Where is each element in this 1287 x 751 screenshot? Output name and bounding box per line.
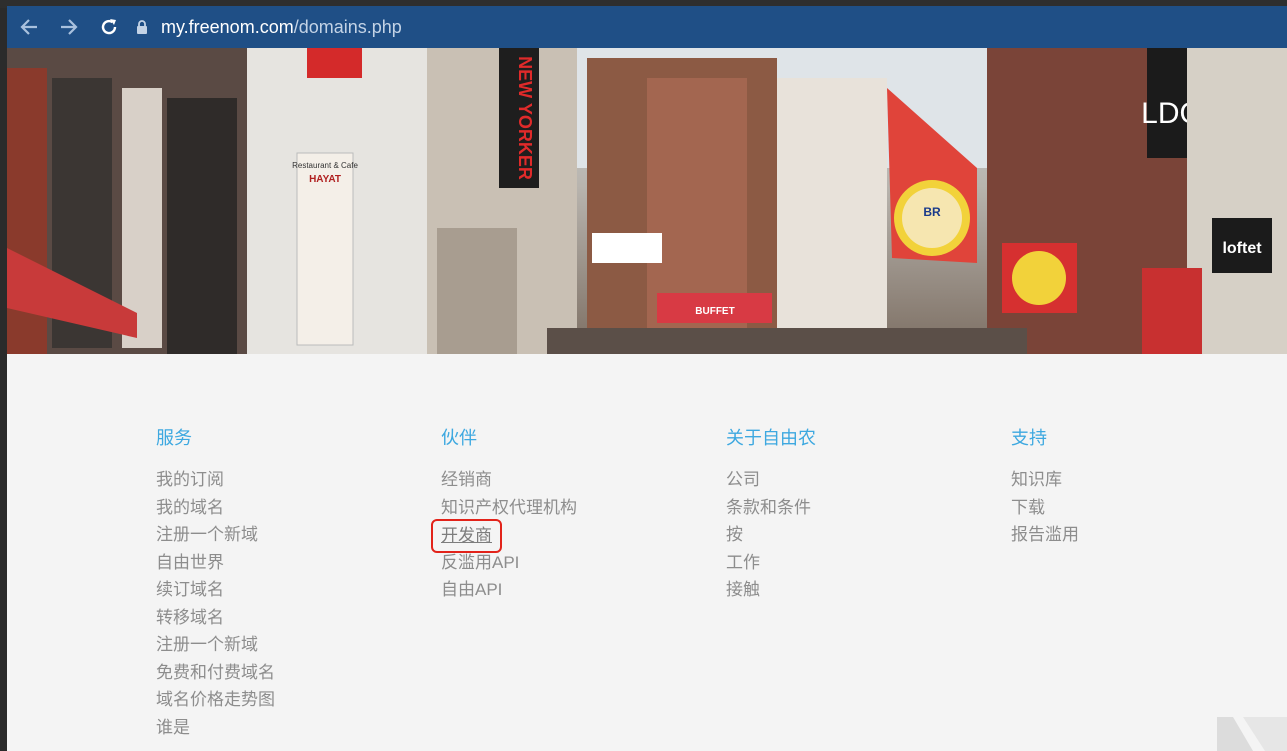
link-free-world[interactable]: 自由世界 xyxy=(156,549,275,577)
lock-icon xyxy=(137,20,147,34)
link-company[interactable]: 公司 xyxy=(726,466,816,494)
link-developers[interactable]: 开发商 xyxy=(431,519,502,553)
forward-button[interactable] xyxy=(51,9,87,45)
browser-toolbar: my.freenom.com/domains.php xyxy=(7,6,1287,48)
address-bar[interactable]: my.freenom.com/domains.php xyxy=(135,17,402,38)
link-free-api[interactable]: 自由API xyxy=(441,576,577,604)
link-terms[interactable]: 条款和条件 xyxy=(726,494,816,522)
link-my-subscriptions[interactable]: 我的订阅 xyxy=(156,466,275,494)
link-ip-agents[interactable]: 知识产权代理机构 xyxy=(441,494,577,522)
link-domain-price-trend[interactable]: 域名价格走势图 xyxy=(156,686,275,714)
arrow-left-icon xyxy=(20,19,37,35)
link-jobs[interactable]: 工作 xyxy=(726,549,816,577)
hero-banner-image: Restaurant & Cafe HAYAT NEW YORKER BUFFE… xyxy=(7,48,1287,354)
link-report-abuse[interactable]: 报告滥用 xyxy=(1011,521,1079,549)
footer-col-services: 服务 我的订阅 我的域名 注册一个新域 自由世界 续订域名 转移域名 注册一个新… xyxy=(156,426,275,741)
footer-col-about: 关于自由农 公司 条款和条件 按 工作 接触 xyxy=(726,426,816,604)
hayat-sign: HAYAT xyxy=(309,174,341,185)
link-downloads[interactable]: 下载 xyxy=(1011,494,1079,522)
footer-col-partners: 伙伴 经销商 知识产权代理机构 开发商 反滥用API 自由API xyxy=(431,426,577,604)
url-domain: my.freenom.com xyxy=(161,16,294,37)
link-resellers[interactable]: 经销商 xyxy=(441,466,577,494)
footer-col-support: 支持 知识库 下载 报告滥用 xyxy=(1011,426,1079,549)
url-path: /domains.php xyxy=(293,16,402,37)
link-transfer-domains[interactable]: 转移域名 xyxy=(156,604,275,632)
newyorker-sign: NEW YORKER xyxy=(515,56,535,180)
link-renew-domains[interactable]: 续订域名 xyxy=(156,576,275,604)
arrow-right-icon xyxy=(61,19,78,35)
buffet-sign: BUFFET xyxy=(695,306,734,317)
link-anti-abuse-api[interactable]: 反滥用API xyxy=(441,549,577,577)
link-my-domains[interactable]: 我的域名 xyxy=(156,494,275,522)
link-whois[interactable]: 谁是 xyxy=(156,714,275,742)
br-flag-sign: BR xyxy=(923,205,941,219)
support-title: 支持 xyxy=(1011,428,1047,448)
page-content: Restaurant & Cafe HAYAT NEW YORKER BUFFE… xyxy=(7,48,1287,751)
loftet-sign: loftet xyxy=(1222,240,1262,257)
partners-title: 伙伴 xyxy=(441,428,477,448)
reload-button[interactable] xyxy=(91,9,127,45)
link-contact[interactable]: 接触 xyxy=(726,576,816,604)
reload-icon xyxy=(101,19,117,35)
restaurant-sign: Restaurant & Cafe xyxy=(292,161,358,170)
back-button[interactable] xyxy=(11,9,47,45)
watermark-logo-icon xyxy=(1217,717,1287,751)
link-register-domain[interactable]: 注册一个新域 xyxy=(156,521,275,549)
link-press[interactable]: 按 xyxy=(726,521,816,549)
link-free-paid-domains[interactable]: 免费和付费域名 xyxy=(156,659,275,687)
link-register-domain-2[interactable]: 注册一个新域 xyxy=(156,631,275,659)
services-title: 服务 xyxy=(156,428,192,448)
about-title: 关于自由农 xyxy=(726,428,816,448)
link-knowledgebase[interactable]: 知识库 xyxy=(1011,466,1079,494)
